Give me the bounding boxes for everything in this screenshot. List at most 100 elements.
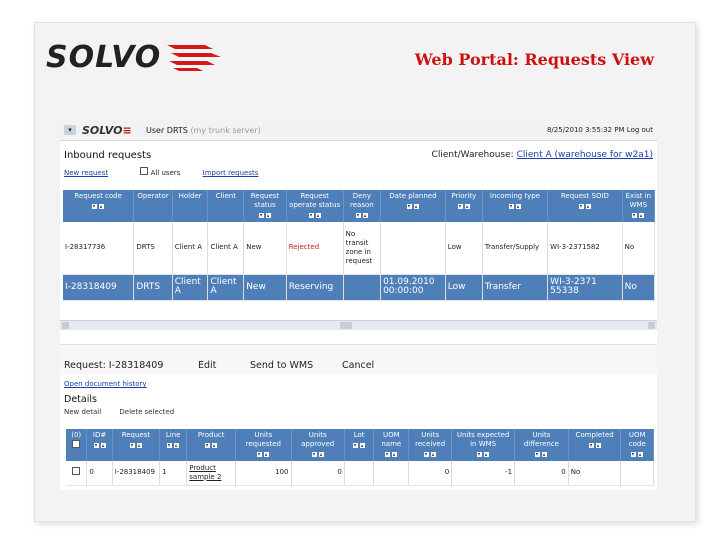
col-select-all[interactable]: (0) (66, 429, 88, 461)
cell-lot (344, 461, 375, 486)
cell-product[interactable]: Product sample 2 (186, 461, 237, 486)
request-action-bar: Request: I-28318409 Edit Send to WMS Can… (60, 344, 657, 375)
col-request-status[interactable]: Request status (243, 190, 287, 222)
col-deny-reason[interactable]: Deny reason (343, 190, 382, 222)
app-screenshot: ▾ SOLVO≡ User DRTS (my trunk server) 8/2… (60, 120, 657, 490)
col-date-planned[interactable]: Date planned (380, 190, 446, 222)
new-request-link[interactable]: New request (64, 169, 108, 177)
all-users-checkbox[interactable] (140, 167, 149, 175)
table-row[interactable]: I-28317736 DRTS Client A Client A New Re… (63, 222, 656, 275)
col-holder[interactable]: Holder (172, 190, 209, 222)
menu-toggle-icon[interactable]: ▾ (64, 125, 76, 135)
inbound-title: Inbound requests (64, 150, 152, 161)
new-detail-link[interactable]: New detail (64, 408, 101, 416)
cell-holder: Client A (172, 222, 209, 275)
logout-link[interactable]: Log out (627, 126, 653, 134)
details-title: Details (64, 394, 97, 405)
cell-units-received: 0 (408, 461, 453, 486)
cell-priority: Low (445, 274, 483, 301)
company-logo: SOLVO (46, 39, 223, 75)
client-selector[interactable]: Client A (warehouse for w2a1) (517, 150, 653, 160)
cell-date-planned: 01.09.2010 00:00:00 (380, 274, 446, 301)
col-product[interactable]: Product (186, 429, 237, 461)
col-line[interactable]: Line (159, 429, 188, 461)
cell-id: 0 (86, 461, 113, 486)
col-incoming-type[interactable]: Incoming type (482, 190, 549, 222)
scroll-right-icon[interactable] (648, 322, 655, 329)
cell-incoming-type: Transfer/Supply (482, 222, 549, 275)
col-request-code[interactable]: Request code (63, 190, 135, 222)
col-operate-status[interactable]: Request operate status (286, 190, 344, 222)
cell-units-requested: 100 (235, 461, 292, 486)
import-requests-link[interactable]: Import requests (203, 169, 259, 177)
inbound-requests-table: Request code Operator Holder Client Requ… (63, 190, 656, 301)
cell-date-planned (380, 222, 446, 275)
col-units-difference[interactable]: Units difference (514, 429, 569, 461)
document-history: Open document history (64, 380, 147, 388)
cell-line: 1 (159, 461, 188, 486)
client-label: Client/Warehouse: (431, 150, 514, 160)
cell-select[interactable] (66, 461, 88, 486)
col-id[interactable]: ID# (86, 429, 113, 461)
details-header-row: (0) ID# Request Line Product Units reque… (66, 429, 654, 461)
cell-request-code[interactable]: I-28317736 (63, 222, 135, 275)
col-units-approved[interactable]: Units approved (291, 429, 345, 461)
app-header: ▾ SOLVO≡ User DRTS (my trunk server) 8/2… (60, 120, 657, 141)
request-label: Request: I-28318409 (64, 360, 164, 371)
edit-button[interactable]: Edit (198, 360, 216, 371)
cell-client: Client A (207, 222, 245, 275)
table-row-selected[interactable]: I-28318409 DRTS Client A Client A New Re… (63, 274, 656, 301)
col-completed[interactable]: Completed (568, 429, 622, 461)
send-to-wms-button[interactable]: Send to WMS (250, 360, 313, 371)
cell-operator: DRTS (133, 274, 173, 301)
col-units-expected[interactable]: Units expected in WMS (451, 429, 516, 461)
all-users-toggle[interactable]: All users (140, 167, 182, 177)
logo-text: SOLVO (46, 39, 162, 75)
scroll-left-icon[interactable] (62, 322, 69, 329)
cell-uom-name (373, 461, 410, 486)
horizontal-scrollbar[interactable] (60, 320, 657, 330)
table-header-row: Request code Operator Holder Client Requ… (63, 190, 656, 222)
cell-client: Client A (207, 274, 245, 301)
all-users-label: All users (150, 169, 181, 177)
cell-status: New (243, 222, 287, 275)
col-uom-name[interactable]: UOM name (373, 429, 410, 461)
user-label: User DRTS (146, 126, 188, 135)
col-uom-code[interactable]: UOM code (620, 429, 654, 461)
cell-holder: Client A (172, 274, 209, 301)
table-row[interactable]: 0 I-28318409 1 Product sample 2 100 0 0 … (66, 461, 654, 486)
col-units-received[interactable]: Units received (408, 429, 453, 461)
cell-request-soid: WI-3-2371582 (547, 222, 623, 275)
select-all-checkbox[interactable] (72, 440, 81, 448)
cell-uom-code (620, 461, 654, 486)
logo-arrows-icon (167, 45, 222, 71)
cell-operate-status: Rejected (286, 222, 344, 275)
col-request-soid[interactable]: Request SOID (547, 190, 623, 222)
app-logo-text: SOLVO (82, 124, 123, 137)
scroll-thumb[interactable] (340, 322, 352, 329)
cell-exist-in-wms: No (622, 274, 656, 301)
cell-units-approved: 0 (291, 461, 345, 486)
inbound-actions: New request All users Import requests (64, 167, 258, 177)
cancel-button[interactable]: Cancel (342, 360, 374, 371)
slide-title: Web Portal: Requests View (414, 50, 654, 69)
cell-request-code[interactable]: I-28318409 (63, 274, 135, 301)
col-units-requested[interactable]: Units requested (235, 429, 292, 461)
cell-deny-reason: No transit zone in request (343, 222, 382, 275)
col-exist-in-wms[interactable]: Exist in WMS (622, 190, 656, 222)
col-lot[interactable]: Lot (344, 429, 375, 461)
cell-operator: DRTS (133, 222, 173, 275)
open-history-link[interactable]: Open document history (64, 380, 147, 388)
delete-selected-link[interactable]: Delete selected (119, 408, 174, 416)
datetime: 8/25/2010 3:55:32 PM (546, 126, 625, 134)
row-checkbox[interactable] (72, 467, 81, 476)
app-logo: SOLVO≡ (82, 124, 132, 137)
col-operator[interactable]: Operator (133, 190, 173, 222)
user-server: (my trunk server) (190, 126, 261, 135)
col-request[interactable]: Request (112, 429, 161, 461)
header-right: 8/25/2010 3:55:32 PM Log out (547, 126, 653, 134)
col-client[interactable]: Client (207, 190, 245, 222)
user-info: User DRTS (my trunk server) (146, 126, 261, 135)
col-priority[interactable]: Priority (445, 190, 483, 222)
cell-units-expected: -1 (451, 461, 516, 486)
